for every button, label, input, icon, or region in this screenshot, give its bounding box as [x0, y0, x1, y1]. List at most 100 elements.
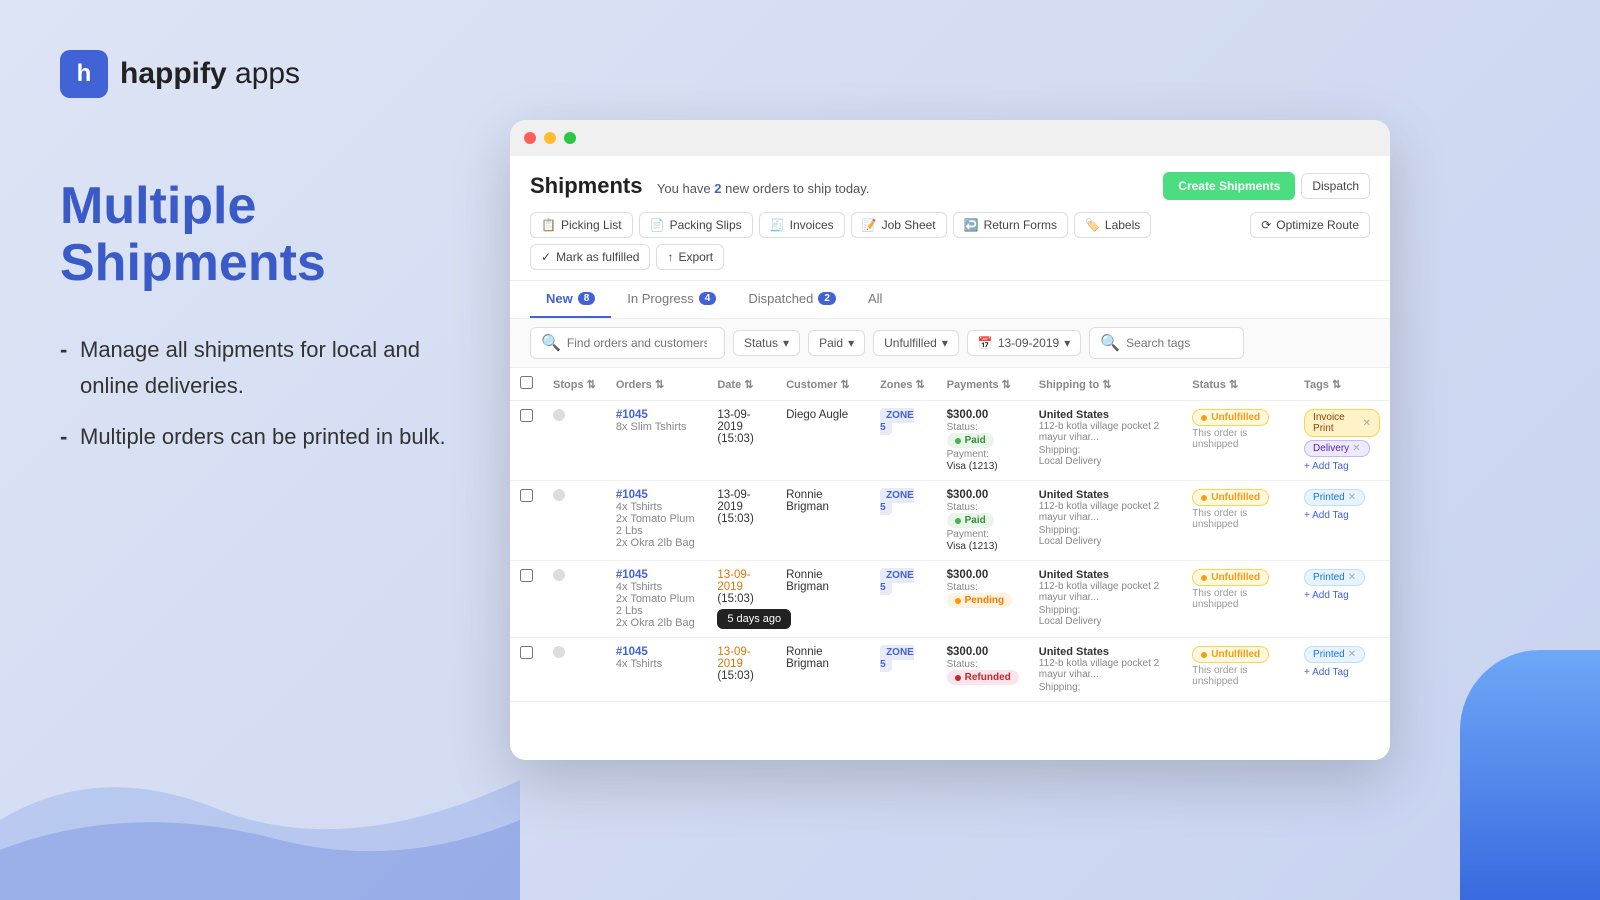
dot-refunded-4	[955, 675, 961, 681]
row4-shipping-label: Shipping:	[1039, 682, 1173, 693]
row1-addr-main: United States	[1039, 409, 1173, 421]
row4-pay-status: Refunded	[947, 670, 1019, 685]
tag-close-4[interactable]: ✕	[1348, 572, 1356, 583]
order-link-1[interactable]: #1045	[616, 409, 698, 421]
row4-select-checkbox[interactable]	[520, 646, 533, 659]
search-input[interactable]	[567, 336, 707, 350]
tab-dispatched[interactable]: Dispatched 2	[732, 281, 852, 318]
row3-customer: Ronnie Brigman	[776, 561, 870, 638]
row3-addr-main: United States	[1039, 569, 1173, 581]
stop-dot	[553, 409, 565, 421]
row2-select-checkbox[interactable]	[520, 489, 533, 502]
row3-order: #1045 4x Tshirts 2x Tomato Plum 2 Lbs 2x…	[606, 561, 708, 638]
tab-all[interactable]: All	[852, 281, 898, 318]
delivery-tag-1: Delivery ✕	[1304, 440, 1370, 457]
paid-filter[interactable]: Paid ▾	[808, 330, 865, 356]
select-all-checkbox[interactable]	[520, 376, 533, 389]
search-icon: 🔍	[541, 333, 561, 353]
picking-list-btn[interactable]: 📋 Picking List	[530, 212, 633, 238]
row3-zone: ZONE 5	[870, 561, 937, 638]
tags-search-box[interactable]: 🔍	[1089, 327, 1244, 359]
row3-select-checkbox[interactable]	[520, 569, 533, 582]
traffic-light-red[interactable]	[524, 132, 536, 144]
table-row: #1045 4x Tshirts 2x Tomato Plum 2 Lbs 2x…	[510, 561, 1390, 638]
date-filter[interactable]: 📅 13-09-2019 ▾	[967, 330, 1081, 356]
row2-time: (15:03)	[717, 513, 753, 525]
invoice-tag-1: Invoice Print ✕	[1304, 409, 1380, 437]
status-label: Status	[744, 336, 778, 350]
tab-in-progress[interactable]: In Progress 4	[611, 281, 732, 318]
packing-slips-btn[interactable]: 📄 Packing Slips	[639, 212, 753, 238]
row1-tags: Invoice Print ✕ Delivery ✕ + Add Tag	[1294, 401, 1390, 481]
tag-close-2[interactable]: ✕	[1352, 443, 1360, 454]
row4-zone: ZONE 5	[870, 638, 937, 702]
row2-checkbox	[510, 481, 543, 561]
order-link-3[interactable]: #1045	[616, 569, 698, 581]
tab-in-progress-badge: 4	[699, 292, 717, 305]
page-headline: Multiple Shipments	[60, 178, 450, 292]
row1-shipping-method: Shipping:Local Delivery	[1039, 445, 1173, 467]
printed-tag-3: Printed ✕	[1304, 569, 1365, 586]
mark-fulfilled-btn[interactable]: ✓ Mark as fulfilled	[530, 244, 650, 270]
add-tag-btn-4[interactable]: + Add Tag	[1304, 667, 1349, 678]
table-header-row: Stops ⇅ Orders ⇅ Date ⇅ Customer ⇅ Zones…	[510, 368, 1390, 401]
tag-close-3[interactable]: ✕	[1348, 492, 1356, 503]
dot-pending-3	[955, 598, 961, 604]
search-box[interactable]: 🔍	[530, 327, 725, 359]
row1-customer: Diego Augle	[776, 401, 870, 481]
header-actions: Create Shipments Dispatch	[1163, 172, 1370, 200]
dot-orange-4	[1201, 652, 1207, 658]
status-filter[interactable]: Status ▾	[733, 330, 800, 356]
row2-customer: Ronnie Brigman	[776, 481, 870, 561]
export-btn[interactable]: ↑ Export	[656, 244, 724, 270]
tab-dispatched-badge: 2	[818, 292, 836, 305]
order-link-4[interactable]: #1045	[616, 646, 698, 658]
row2-tags: Printed ✕ + Add Tag	[1294, 481, 1390, 561]
dispatch-button[interactable]: Dispatch	[1301, 173, 1370, 199]
row3-stop	[543, 561, 606, 638]
row2-unshipped: This order is unshipped	[1192, 508, 1284, 530]
title-group: Shipments You have 2 new orders to ship …	[530, 173, 869, 199]
row1-select-checkbox[interactable]	[520, 409, 533, 422]
row4-date: 13-09-2019 (15:03)	[707, 638, 776, 702]
row3-shipping: United States 112-b kotla village pocket…	[1029, 561, 1183, 638]
labels-btn[interactable]: 🏷️ Labels	[1074, 212, 1151, 238]
job-sheet-btn[interactable]: 📝 Job Sheet	[851, 212, 947, 238]
create-shipments-button[interactable]: Create Shipments	[1163, 172, 1295, 200]
order-link-2[interactable]: #1045	[616, 489, 698, 501]
table-area: Stops ⇅ Orders ⇅ Date ⇅ Customer ⇅ Zones…	[510, 368, 1390, 760]
row3-items: 4x Tshirts 2x Tomato Plum 2 Lbs 2x Okra …	[616, 581, 695, 629]
add-tag-btn-3[interactable]: + Add Tag	[1304, 590, 1349, 601]
add-tag-btn-2[interactable]: + Add Tag	[1304, 510, 1349, 521]
row2-status: Unfulfilled This order is unshipped	[1182, 481, 1294, 561]
traffic-light-green[interactable]	[564, 132, 576, 144]
row3-date: 13-09-2019 (15:03) 5 days ago	[707, 561, 776, 638]
feature-item-1: Manage all shipments for local and onlin…	[60, 332, 450, 402]
add-tag-btn-1[interactable]: + Add Tag	[1304, 461, 1349, 472]
chevron-down-icon: ▾	[942, 336, 948, 350]
row1-date-val: 13-09-2019	[717, 409, 750, 433]
unfulfilled-filter[interactable]: Unfulfilled ▾	[873, 330, 959, 356]
tab-new[interactable]: New 8	[530, 281, 611, 318]
chevron-down-icon: ▾	[1064, 336, 1070, 350]
row2-payment-method: Visa (1213)	[947, 541, 998, 552]
row3-pay-status: Pending	[947, 593, 1012, 608]
col-checkbox	[510, 368, 543, 401]
row4-tags: Printed ✕ + Add Tag	[1294, 638, 1390, 702]
page-title: Shipments	[530, 173, 642, 198]
tag-close-5[interactable]: ✕	[1348, 649, 1356, 660]
tags-search-input[interactable]	[1126, 336, 1236, 350]
window-body: Shipments You have 2 new orders to ship …	[510, 156, 1390, 760]
row2-zone: ZONE 5	[870, 481, 937, 561]
traffic-light-yellow[interactable]	[544, 132, 556, 144]
optimize-route-btn[interactable]: ⟳ Optimize Route	[1250, 212, 1370, 238]
paid-label: Paid	[819, 336, 843, 350]
tag-close-1[interactable]: ✕	[1363, 418, 1371, 429]
return-forms-btn[interactable]: ↩️ Return Forms	[953, 212, 1068, 238]
row3-tags: Printed ✕ + Add Tag	[1294, 561, 1390, 638]
row1-stop	[543, 401, 606, 481]
row2-payment: $300.00 Status: Paid Payment: Visa (1213…	[937, 481, 1029, 561]
zone-badge-3: ZONE 5	[880, 568, 914, 595]
row2-addr-sub: 112-b kotla village pocket 2 mayur vihar…	[1039, 501, 1173, 523]
invoices-btn[interactable]: 🧾 Invoices	[759, 212, 845, 238]
